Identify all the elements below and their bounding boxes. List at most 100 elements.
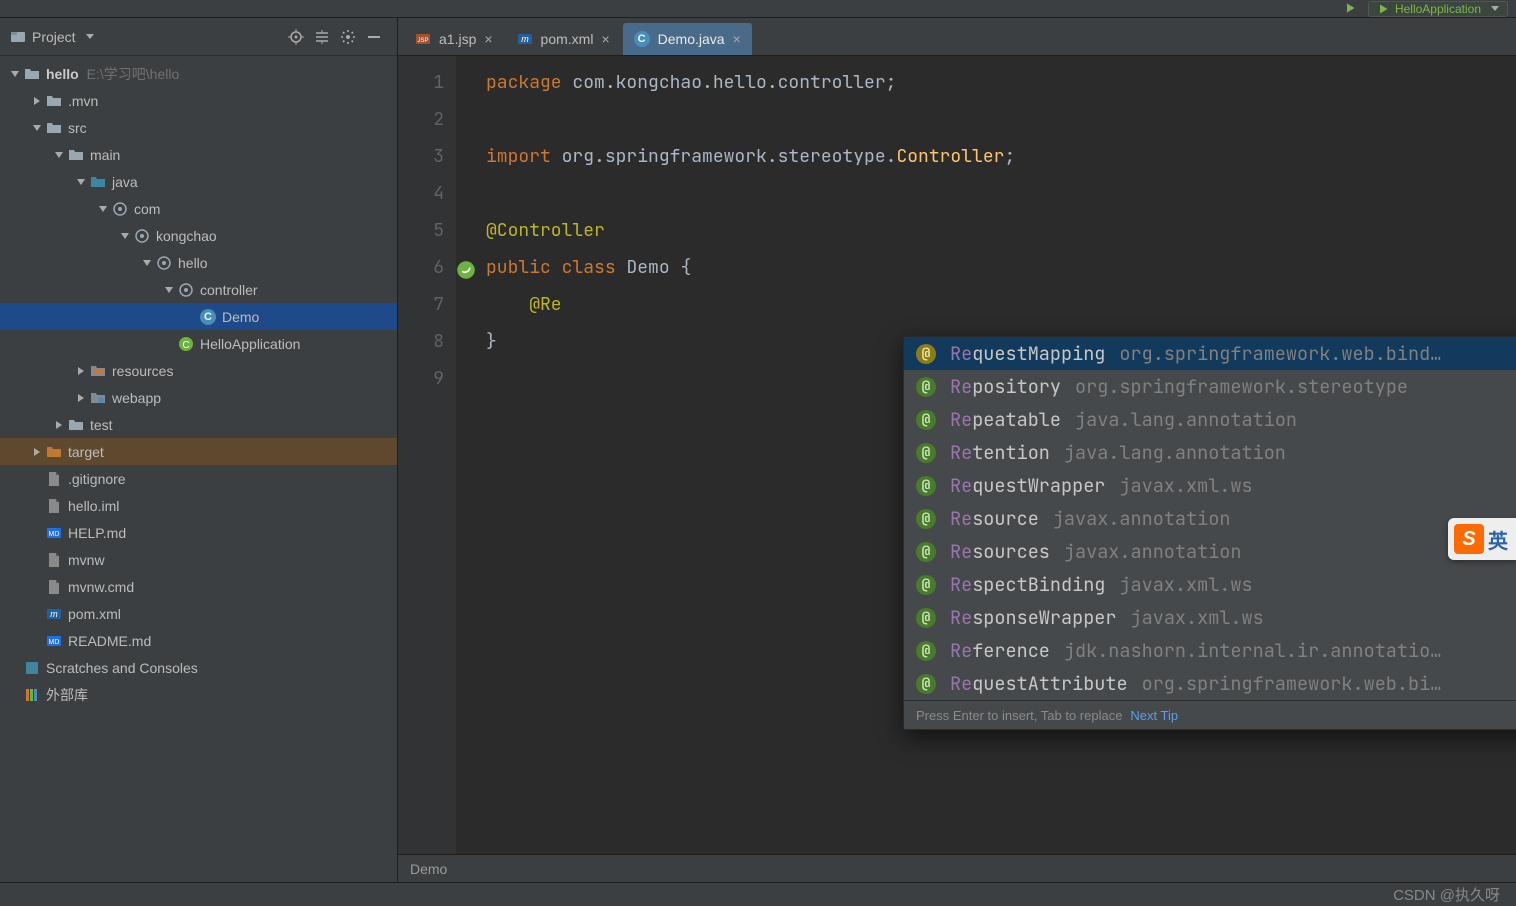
completion-name: RequestAttribute	[950, 671, 1128, 696]
tab-a1.jsp[interactable]: JSPa1.jsp×	[404, 23, 504, 55]
next-tip-link[interactable]: Next Tip	[1130, 708, 1178, 723]
completion-item-RequestAttribute[interactable]: @RequestAttributeorg.springframework.web…	[904, 667, 1516, 700]
completion-item-Retention[interactable]: @Retentionjava.lang.annotation	[904, 436, 1516, 469]
project-tree[interactable]: helloE:\学习吧\hello.mvn srcmain java com kongc…	[0, 56, 397, 882]
tree-node-pom[interactable]: m pom.xml	[0, 600, 397, 627]
folder-icon	[44, 120, 64, 136]
expand-all-button[interactable]	[309, 24, 335, 50]
tree-label: com	[134, 201, 160, 217]
editor-breadcrumb[interactable]: Demo	[398, 854, 1516, 882]
close-icon[interactable]: ×	[601, 31, 609, 47]
tree-node-java[interactable]: java	[0, 168, 397, 195]
tree-node-tgt[interactable]: target	[0, 438, 397, 465]
tree-node-test[interactable]: test	[0, 411, 397, 438]
chevron-down-icon[interactable]	[140, 256, 154, 270]
tree-label: 外部库	[46, 685, 88, 705]
folder-src-icon	[88, 174, 108, 190]
completion-item-Reference[interactable]: @ Reference jdk.nashorn.internal.ir.annota…	[904, 634, 1516, 667]
tree-node-Scratches and Consoles[interactable]: Scratches and Consoles	[0, 654, 397, 681]
close-icon[interactable]: ×	[733, 31, 741, 47]
annotation-icon: @	[916, 641, 936, 661]
tree-label: resources	[112, 363, 173, 379]
settings-button[interactable]	[335, 24, 361, 50]
tree-node-res[interactable]: resources	[0, 357, 397, 384]
chevron-down-icon[interactable]	[96, 202, 110, 216]
tree-node-kong[interactable]: kongchao	[0, 222, 397, 249]
chevron-down-icon[interactable]	[118, 229, 132, 243]
completion-item-RequestMapping[interactable]: @RequestMappingorg.springframework.web.b…	[904, 337, 1516, 370]
chevron-down-icon[interactable]	[74, 175, 88, 189]
hide-panel-button[interactable]	[361, 24, 387, 50]
completion-item-RespectBinding[interactable]: @RespectBindingjavax.xml.ws	[904, 568, 1516, 601]
tree-node-demo[interactable]: CDemo	[0, 303, 397, 330]
select-opened-file-button[interactable]	[283, 24, 309, 50]
completion-item-ResponseWrapper[interactable]: @ResponseWrapperjavax.xml.ws	[904, 601, 1516, 634]
completion-name: Repeatable	[950, 407, 1061, 432]
md-icon: MD	[44, 633, 64, 649]
chevron-right-icon[interactable]	[74, 364, 88, 378]
chevron-down-icon[interactable]	[52, 148, 66, 162]
tree-label: README.md	[68, 633, 151, 649]
completion-item-Repeatable[interactable]: @Repeatablejava.lang.annotation	[904, 403, 1516, 436]
tree-node-com[interactable]: com	[0, 195, 397, 222]
spacer-icon	[30, 580, 44, 594]
completion-package: javax.xml.ws	[1119, 473, 1516, 498]
ime-indicator[interactable]: S 英	[1448, 518, 1516, 560]
file-icon	[44, 552, 64, 568]
chevron-down-icon[interactable]	[30, 121, 44, 135]
chevron-down-icon[interactable]	[8, 67, 22, 81]
class-icon: C	[634, 31, 650, 47]
chevron-right-icon[interactable]	[30, 445, 44, 459]
tree-node-hel[interactable]: hello	[0, 249, 397, 276]
tab-Demo.java[interactable]: C Demo.java ×	[623, 23, 752, 55]
chevron-right-icon[interactable]	[52, 418, 66, 432]
completion-package: jdk.nashorn.internal.ir.annotatio…	[1064, 638, 1516, 663]
svg-text:m: m	[50, 609, 58, 619]
tree-node-ctrl[interactable]: controller	[0, 276, 397, 303]
tree-label: webapp	[112, 390, 161, 406]
tree-label: src	[68, 120, 87, 136]
tree-node-help[interactable]: MDHELP.md	[0, 519, 397, 546]
tree-node-web[interactable]: webapp	[0, 384, 397, 411]
completion-name: Reference	[950, 638, 1050, 663]
tree-label: pom.xml	[68, 606, 121, 622]
run-play-icon[interactable]	[1344, 1, 1356, 17]
tree-node-root[interactable]: helloE:\学习吧\hello	[0, 60, 397, 87]
tree-label: HELP.md	[68, 525, 126, 541]
tree-node-main[interactable]: main	[0, 141, 397, 168]
chevron-right-icon[interactable]	[74, 391, 88, 405]
line-number: 3	[398, 138, 444, 175]
watermark: CSDN @执久呀	[1393, 884, 1500, 905]
tree-node-mvnc[interactable]: mvnw.cmd	[0, 573, 397, 600]
annotation-icon: @	[916, 443, 936, 463]
tree-node-mvn[interactable]: .mvn	[0, 87, 397, 114]
spacer-icon	[30, 634, 44, 648]
tree-label: kongchao	[156, 228, 217, 244]
tree-node-giti[interactable]: .gitignore	[0, 465, 397, 492]
spacer-icon	[30, 526, 44, 540]
tree-node-src[interactable]: src	[0, 114, 397, 141]
tree-node-iml[interactable]: hello.iml	[0, 492, 397, 519]
completion-item-Resources[interactable]: @Resourcesjavax.annotation	[904, 535, 1516, 568]
tab-pom.xml[interactable]: mpom.xml×	[506, 23, 621, 55]
tree-node-readme[interactable]: MDREADME.md	[0, 627, 397, 654]
annotation-icon: @	[916, 575, 936, 595]
svg-text:JSP: JSP	[417, 38, 428, 44]
tree-node-happ[interactable]: CHelloApplication	[0, 330, 397, 357]
tree-node-mvnw[interactable]: mvnw	[0, 546, 397, 573]
tree-label: HelloApplication	[200, 336, 300, 352]
tree-label: hello	[178, 255, 208, 271]
chevron-right-icon[interactable]	[30, 94, 44, 108]
completion-item-Repository[interactable]: @Repositoryorg.springframework.stereotyp…	[904, 370, 1516, 403]
completion-item-RequestWrapper[interactable]: @RequestWrapperjavax.xml.ws	[904, 469, 1516, 502]
completion-item-Resource[interactable]: @Resourcejavax.annotation	[904, 502, 1516, 535]
code-completion-popup[interactable]: @RequestMappingorg.springframework.web.b…	[903, 336, 1516, 730]
tree-node-外部库[interactable]: 外部库	[0, 681, 397, 708]
annotation-icon: @	[916, 674, 936, 694]
tree-label: main	[90, 147, 120, 163]
project-panel-title[interactable]: Project	[10, 29, 94, 45]
close-icon[interactable]: ×	[484, 31, 492, 47]
tab-label: Demo.java	[658, 31, 725, 47]
chevron-down-icon[interactable]	[162, 283, 176, 297]
run-config-selector[interactable]: HelloApplication	[1368, 1, 1508, 17]
